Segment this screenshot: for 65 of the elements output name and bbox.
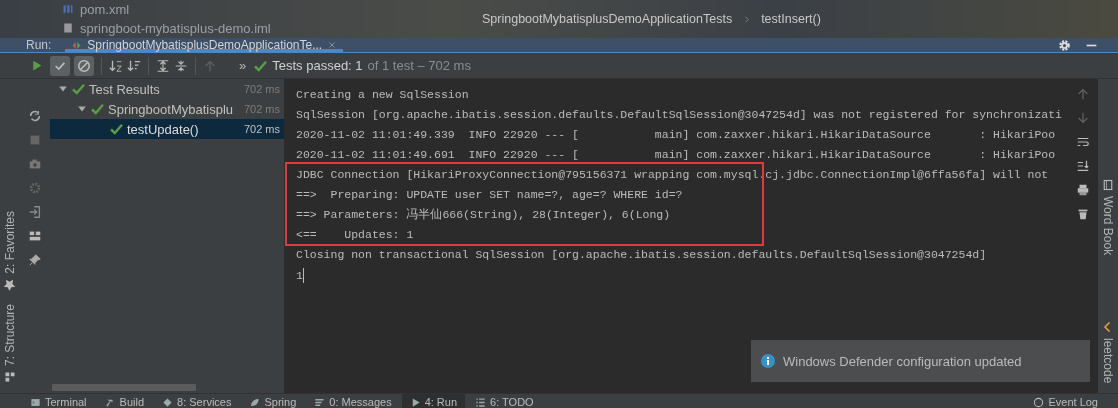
check-icon <box>91 103 104 115</box>
tool-window-tab[interactable]: 4: Run <box>401 394 466 408</box>
check-icon <box>110 123 123 135</box>
side-tab[interactable]: Word Book <box>1101 179 1115 256</box>
notification[interactable]: Windows Defender configuration updated <box>751 340 1090 382</box>
tool-window-tab[interactable]: 0: Messages <box>306 394 400 408</box>
panel-title: Run: <box>25 38 53 52</box>
list-icon[interactable] <box>475 396 487 408</box>
check-icon <box>72 83 85 95</box>
test-run-icon <box>71 39 83 51</box>
structure-icon <box>4 370 16 383</box>
tool-window-tab[interactable]: Spring <box>241 394 305 408</box>
event-log-icon <box>1033 396 1045 408</box>
check-icon <box>254 59 268 72</box>
breadcrumb-item[interactable]: testInsert() <box>761 12 821 26</box>
console-line: Closing non transactional SqlSession [org.apache.ibatis.session.defaults.DefaultSqlSession@3047254d] <box>296 247 988 263</box>
tool-window-tab[interactable]: Build <box>96 394 153 408</box>
run-tab[interactable]: SpringbootMybatisplusDemoApplicationTe... <box>65 38 344 52</box>
breadcrumb-item[interactable]: SpringbootMybatisplusDemoApplicationTests <box>482 12 733 26</box>
console-line: Creating a new SqlSession <box>296 87 470 103</box>
trash-icon[interactable] <box>1076 207 1090 221</box>
print-icon[interactable] <box>1076 183 1090 197</box>
tree-item[interactable]: Test Results 702 ms <box>50 79 284 99</box>
star-icon <box>3 278 17 292</box>
expand-all-icon[interactable] <box>156 58 170 73</box>
soft-wrap-icon[interactable] <box>1076 135 1090 149</box>
console-line: 2020-11-02 11:01:49.339 INFO 22920 --- [ main] com.zaxxer.hikari.HikariDataSource : HikariPoo <box>296 127 1057 143</box>
console-line: 1 <box>296 268 303 282</box>
services-icon[interactable] <box>162 396 174 408</box>
layout-icon[interactable] <box>28 229 42 243</box>
console-line: ==> Preparing: UPDATE user SET name=?, age=? WHERE id=? <box>296 187 684 203</box>
test-summary: Tests passed: 1 <box>272 58 363 73</box>
tool-window-tab[interactable]: Terminal <box>22 394 95 408</box>
event-log-tab[interactable]: Event Log <box>1025 394 1106 408</box>
side-tab[interactable]: leetcode <box>1101 320 1115 383</box>
test-detail: of 1 test – 702 ms <box>367 58 471 73</box>
import-icon[interactable] <box>28 205 42 219</box>
tree-item[interactable]: testUpdate() 702 ms <box>50 119 284 139</box>
sort-by-duration-icon[interactable] <box>127 58 141 73</box>
chevron-icon <box>742 14 752 24</box>
console-line: 2020-11-02 11:01:49.691 INFO 22920 --- [ main] com.zaxxer.hikari.HikariDataSource : HikariPoo <box>296 147 1057 163</box>
book-icon <box>1102 179 1114 191</box>
console-line: ==> Parameters: 冯半仙666(String), 28(Integer), 6(Long) <box>296 207 672 223</box>
console-line: <== Updates: 1 <box>296 227 415 243</box>
collapse-all-icon[interactable] <box>174 58 188 73</box>
module-file-icon[interactable] <box>62 22 74 34</box>
settings-icon[interactable] <box>1058 38 1071 52</box>
rerun-icon[interactable] <box>28 109 42 123</box>
tool-window-tab[interactable]: 6: TODO <box>467 394 542 408</box>
tree-item[interactable]: SpringbootMybatisplu 702 ms <box>50 99 284 119</box>
sort-alphabetically-icon[interactable] <box>109 58 123 73</box>
pin-icon[interactable] <box>28 253 42 267</box>
side-tab[interactable]: 7: Structure <box>3 303 17 383</box>
info-icon <box>761 354 775 368</box>
terminal-icon[interactable] <box>30 396 41 408</box>
console-line: SqlSession [org.apache.ibatis.session.defaults.DefaultSqlSession@3047254d] was not registered for synchronizati <box>296 107 1064 123</box>
close-icon[interactable] <box>327 40 338 50</box>
camera-icon[interactable] <box>28 157 42 171</box>
leaf-icon[interactable] <box>249 396 261 408</box>
scrollbar[interactable] <box>52 384 196 391</box>
side-tab[interactable]: 2: Favorites <box>3 211 17 292</box>
tool-window-tab[interactable]: 8: Services <box>154 394 240 408</box>
scroll-to-end-icon[interactable] <box>1076 159 1090 173</box>
more-button[interactable]: » <box>239 58 247 73</box>
messages-icon[interactable] <box>314 396 326 408</box>
